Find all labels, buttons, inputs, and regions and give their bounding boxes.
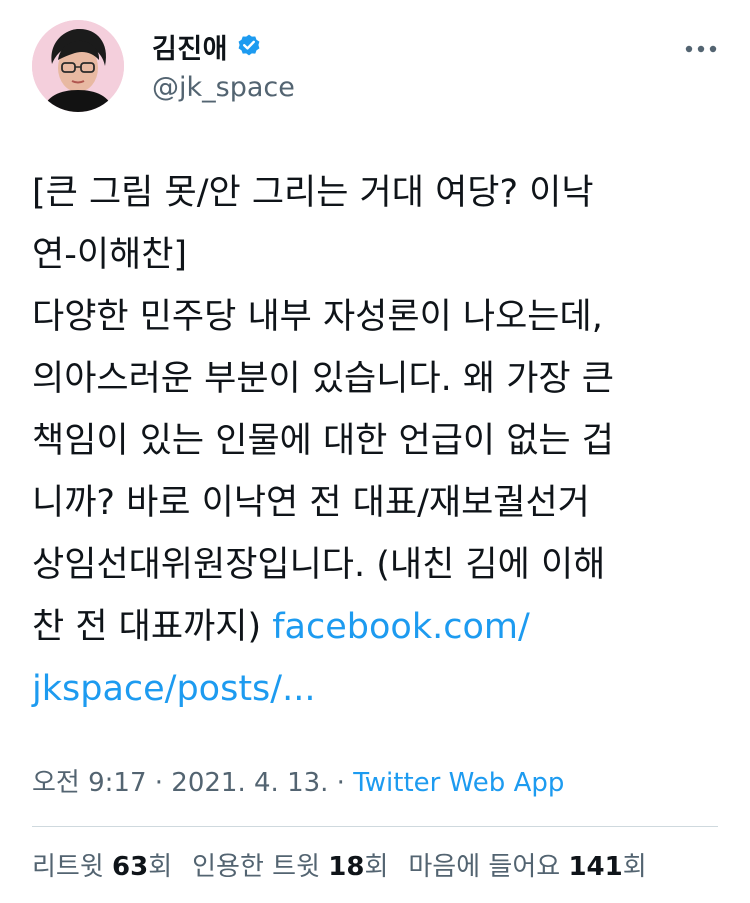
divider — [32, 826, 718, 827]
likes-count: 141 — [568, 852, 623, 882]
tweet-stats: 리트윗 63회 인용한 트윗 18회 마음에 들어요 141회 — [32, 846, 647, 883]
tweet-line: 연-이해찬] — [32, 235, 188, 275]
retweets-count: 63 — [112, 852, 149, 882]
facebook-link[interactable]: facebook.com/ — [272, 607, 530, 647]
display-name[interactable]: 김진애 — [152, 27, 228, 66]
tweet-header: 김진애 @jk_space — [32, 12, 722, 122]
quotes-label: 인용한 트윗 — [192, 852, 329, 882]
handle[interactable]: @jk_space — [152, 72, 295, 103]
author-info[interactable]: 김진애 @jk_space — [152, 27, 295, 104]
tweet-line: 상임선대위원장입니다. (내친 김에 이해 — [32, 545, 606, 585]
tweet-text: [큰 그림 못/안 그리는 거대 여당? 이낙 연-이해찬] 다양한 민주당 내… — [32, 162, 722, 720]
tweet-line: 의아스러운 부분이 있습니다. 왜 가장 큰 — [32, 359, 614, 399]
tweet-date[interactable]: 2021. 4. 13. — [171, 768, 328, 798]
quotes-stat[interactable]: 인용한 트윗 18회 — [192, 852, 388, 882]
verified-badge-icon — [238, 34, 260, 56]
tweet-line: 니까? 바로 이낙연 전 대표/재보궐선거 — [32, 483, 590, 523]
tweet-time[interactable]: 오전 9:17 — [32, 768, 147, 798]
tweet-line: 책임이 있는 인물에 대한 언급이 없는 겁 — [32, 421, 614, 461]
tweet-line: 다양한 민주당 내부 자성론이 나오는데, — [32, 297, 603, 337]
quotes-count: 18 — [328, 852, 365, 882]
tweet-line: [큰 그림 못/안 그리는 거대 여당? 이낙 — [32, 173, 594, 213]
retweets-unit: 회 — [148, 852, 173, 882]
meta-separator: · — [328, 768, 354, 798]
likes-unit: 회 — [622, 852, 647, 882]
quotes-unit: 회 — [364, 852, 389, 882]
likes-label: 마음에 들어요 — [408, 852, 569, 882]
more-options-icon[interactable] — [684, 42, 718, 56]
tweet-line: 찬 전 대표까지) — [32, 607, 273, 647]
meta-separator: · — [146, 768, 172, 798]
tweet-source[interactable]: Twitter Web App — [353, 768, 564, 798]
facebook-link-continued[interactable]: jkspace/posts/... — [32, 669, 315, 709]
retweets-label: 리트윗 — [32, 852, 113, 882]
likes-stat[interactable]: 마음에 들어요 141회 — [408, 852, 646, 882]
tweet-meta: 오전 9:17 · 2021. 4. 13. · Twitter Web App — [32, 762, 564, 799]
profile-photo — [32, 20, 124, 112]
retweets-stat[interactable]: 리트윗 63회 — [32, 852, 172, 882]
avatar[interactable] — [32, 20, 124, 112]
